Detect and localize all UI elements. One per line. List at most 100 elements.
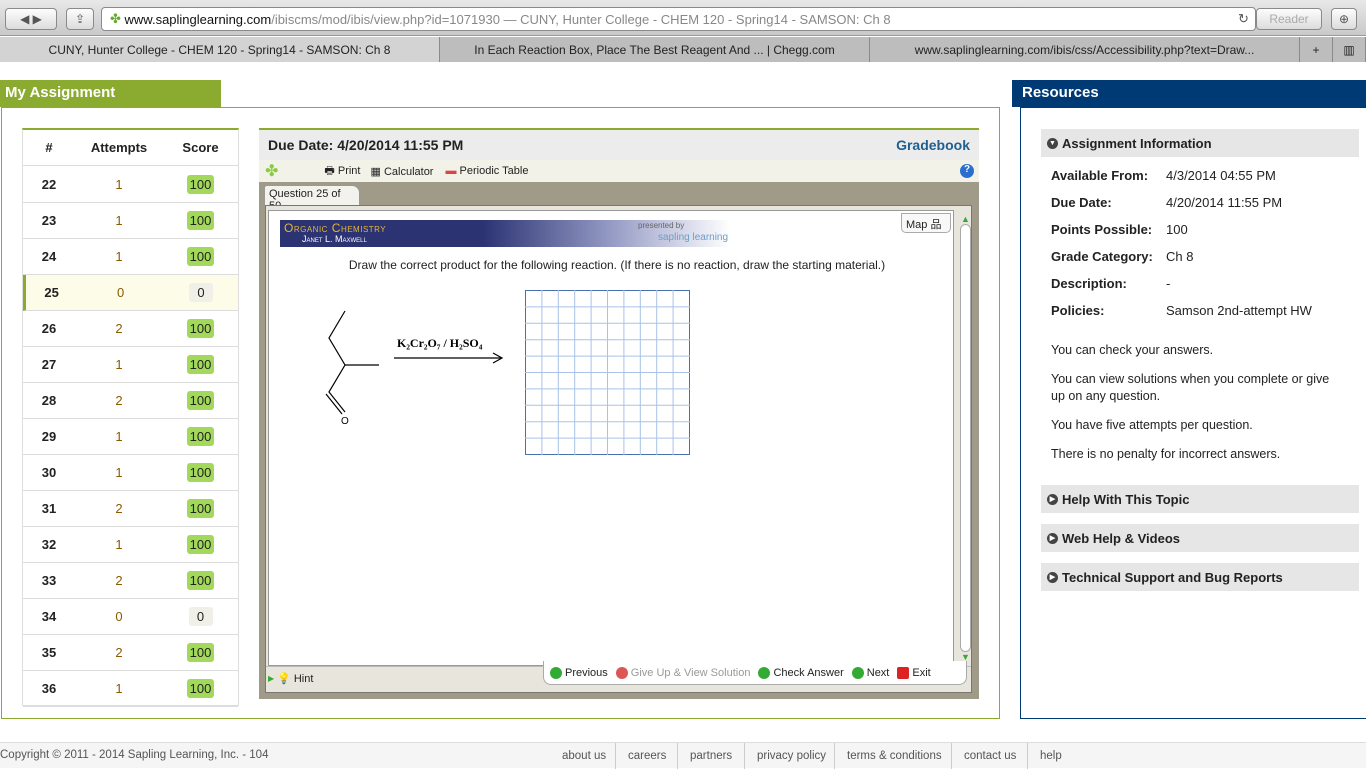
question-number: 30 <box>41 465 57 480</box>
score-badge: 100 <box>186 211 215 230</box>
calculator-button[interactable]: ▦ Calculator <box>370 165 433 178</box>
give-up-icon <box>615 666 628 679</box>
score-row[interactable]: 23 1 100 <box>23 203 238 239</box>
tab-overview-button[interactable]: ▥ <box>1333 37 1366 62</box>
score-row[interactable]: 26 2 100 <box>23 311 238 347</box>
score-row[interactable]: 33 2 100 <box>23 563 238 599</box>
footer-link[interactable]: partners <box>677 743 744 769</box>
score-row[interactable]: 29 1 100 <box>23 419 238 455</box>
expand-icon: ▶ <box>268 674 275 683</box>
score-row[interactable]: 34 0 0 <box>23 599 238 635</box>
next-button[interactable]: Next <box>851 666 889 679</box>
exit-button[interactable]: Exit <box>897 666 931 679</box>
footer-link[interactable]: contact us <box>951 743 1028 769</box>
question-number: 25 <box>44 285 59 300</box>
footer-link[interactable]: help <box>1027 743 1074 769</box>
score-badge: 0 <box>188 607 213 626</box>
course-banner: Organic Chemistry Janet L. Maxwell prese… <box>280 220 730 247</box>
footer-link[interactable]: careers <box>615 743 678 769</box>
score-badge: 100 <box>186 571 215 590</box>
resources-header: Resources <box>1012 80 1366 107</box>
attempts: 0 <box>117 285 125 300</box>
attempts: 1 <box>115 177 123 192</box>
gradebook-link[interactable]: Gradebook <box>896 137 970 153</box>
question-number: 26 <box>41 321 57 336</box>
policy-note: You can view solutions when you complete… <box>1051 372 1330 403</box>
previous-button[interactable]: Previous <box>550 666 608 679</box>
calculator-icon: ▦ <box>370 165 381 178</box>
share-button[interactable]: ⇪ <box>66 8 94 30</box>
tab-chegg[interactable]: In Each Reaction Box, Place The Best Rea… <box>440 37 870 62</box>
reader-button[interactable]: Reader <box>1256 8 1322 30</box>
footer-link[interactable]: privacy policy <box>744 743 838 769</box>
address-bar[interactable]: ✤ www.saplinglearning.com/ibiscms/mod/ib… <box>101 7 1256 31</box>
question-number: 31 <box>41 501 57 516</box>
attempts: 1 <box>115 213 123 228</box>
score-row[interactable]: 30 1 100 <box>23 455 238 491</box>
score-badge: 100 <box>186 175 215 194</box>
info-value: 4/20/2014 11:55 PM <box>1166 195 1283 210</box>
info-value: 4/3/2014 04:55 PM <box>1166 168 1276 183</box>
score-badge: 100 <box>186 355 215 374</box>
scroll-up-icon[interactable]: ▲ <box>959 214 972 224</box>
info-row: Grade Category: Ch 8 <box>1051 249 1193 264</box>
score-badge: 100 <box>186 535 215 554</box>
score-row[interactable]: 22 1 100 <box>23 167 238 203</box>
scroll-thumb[interactable] <box>960 224 971 652</box>
score-table: # Attempts Score 22 1 100 23 1 100 24 1 100 25 0 0 2… <box>22 128 239 707</box>
map-button[interactable]: Map 品 <box>901 213 951 233</box>
question-panel: Due Date: 4/20/2014 11:55 PM Gradebook ✤… <box>259 128 979 699</box>
drawing-canvas[interactable] <box>525 290 691 456</box>
back-forward-buttons[interactable]: ◀ ▶ <box>5 8 57 30</box>
previous-icon <box>550 666 562 679</box>
info-label: Due Date: <box>1051 195 1112 210</box>
score-badge: 100 <box>186 319 215 338</box>
tab-accessibility[interactable]: www.saplinglearning.com/ibis/css/Accessi… <box>870 37 1300 62</box>
give-up-button[interactable]: Give Up & View Solution <box>615 666 750 679</box>
question-number: 28 <box>41 393 57 408</box>
score-badge: 0 <box>189 283 214 302</box>
footer-link[interactable]: terms & conditions <box>834 743 954 769</box>
tech-support-section[interactable]: ▶ Technical Support and Bug Reports <box>1041 563 1359 591</box>
score-row[interactable]: 35 2 100 <box>23 635 238 671</box>
carbon-chain <box>328 310 346 413</box>
question-tab[interactable]: Question 25 of 50 <box>264 185 360 212</box>
check-answer-button[interactable]: Check Answer <box>758 666 844 679</box>
info-label: Points Possible: <box>1051 222 1153 237</box>
col-attempts: Attempts <box>90 140 148 155</box>
reload-icon[interactable]: ↻ <box>1238 11 1249 27</box>
help-topic-section[interactable]: ▶ Help With This Topic <box>1041 485 1359 513</box>
periodic-table-button[interactable]: ▬ Periodic Table <box>445 165 528 177</box>
col-number: # <box>45 140 53 155</box>
new-tab-button[interactable]: + <box>1300 37 1333 62</box>
score-badge: 100 <box>186 499 215 518</box>
policy-note: You can check your answers. <box>1051 343 1214 357</box>
info-label: Policies: <box>1051 303 1105 318</box>
score-row[interactable]: 32 1 100 <box>23 527 238 563</box>
info-value: Ch 8 <box>1166 249 1194 264</box>
score-row[interactable]: 28 2 100 <box>23 383 238 419</box>
assignment-information-section[interactable]: ▼ Assignment Information <box>1041 129 1359 157</box>
web-help-section[interactable]: ▶ Web Help & Videos <box>1041 524 1359 552</box>
score-row[interactable]: 27 1 100 <box>23 347 238 383</box>
score-row[interactable]: 24 1 100 <box>23 239 238 275</box>
info-value: 100 <box>1166 222 1188 237</box>
attempts: 2 <box>115 321 123 336</box>
exit-icon <box>897 666 910 679</box>
tab-sapling[interactable]: CUNY, Hunter College - CHEM 120 - Spring… <box>0 37 440 62</box>
footer-link[interactable]: about us <box>550 743 618 769</box>
presented-by: presented by <box>638 221 685 230</box>
score-badge: 100 <box>186 643 215 662</box>
help-icon[interactable]: ? <box>960 164 974 178</box>
score-row[interactable]: 36 1 100 <box>23 671 238 707</box>
downloads-button[interactable]: ⊕ <box>1331 8 1357 30</box>
scrollbar[interactable]: ▲ ▼ <box>959 214 972 674</box>
site-icon: ✤ <box>110 11 125 26</box>
previous-label: Previous <box>565 666 608 679</box>
hint-button[interactable]: ▶ 💡 Hint <box>268 672 313 686</box>
print-button[interactable]: 🖶 Print <box>324 162 360 181</box>
score-row[interactable]: 31 2 100 <box>23 491 238 527</box>
info-label: Grade Category: <box>1051 249 1153 264</box>
score-row[interactable]: 25 0 0 <box>23 275 238 311</box>
policy-note: You have five attempts per question. <box>1051 418 1253 432</box>
